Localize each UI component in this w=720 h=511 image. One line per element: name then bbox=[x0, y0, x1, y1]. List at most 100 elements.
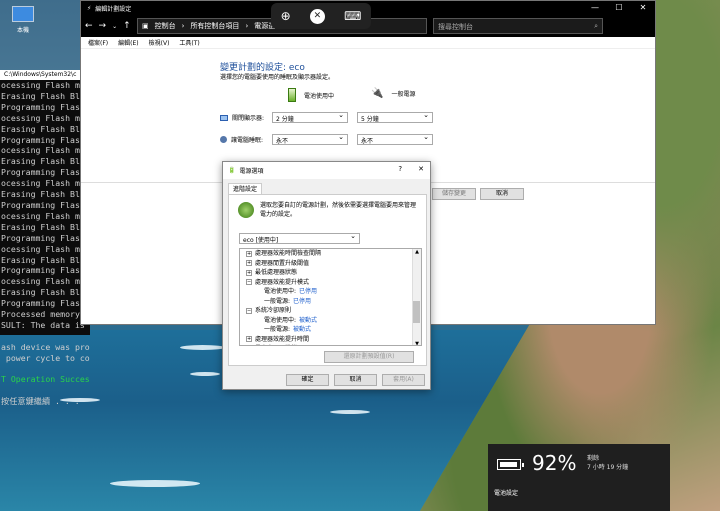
tree-item[interactable]: 電池使用中: 已停用 bbox=[240, 287, 421, 297]
console-line: ocessing Flash memo bbox=[1, 80, 90, 90]
column-header-battery: 電池使用中 bbox=[288, 88, 334, 102]
tree-item-label: 一般電源: bbox=[264, 297, 291, 305]
scrollbar-thumb[interactable] bbox=[413, 301, 420, 323]
tree-scrollbar[interactable]: ▲ ▼ bbox=[412, 249, 421, 345]
breadcrumb-separator-icon: › bbox=[181, 22, 185, 30]
tree-item[interactable]: 電池使用中: 被動式 bbox=[240, 316, 421, 326]
tree-item[interactable]: − 處理器效能提升模式 bbox=[240, 278, 421, 288]
tree-item-label: 一般電源: bbox=[264, 326, 291, 333]
console-line: Programming Flash [ bbox=[1, 134, 90, 145]
tree-item-label: 系統冷卻原則 bbox=[255, 307, 292, 314]
power-options-icon: 🔋 bbox=[228, 167, 236, 174]
window-title: 編輯計劃設定 bbox=[95, 5, 132, 13]
plan-select[interactable]: eco [使用中] bbox=[239, 232, 360, 244]
battery-icon bbox=[288, 88, 296, 102]
dialog-cancel-button[interactable]: 取消 bbox=[334, 374, 377, 386]
console-line: power cycle to com bbox=[5, 352, 90, 363]
help-button[interactable]: ? bbox=[398, 165, 402, 173]
console-line: ocessing Flash memo bbox=[1, 112, 90, 123]
tree-item[interactable]: 一般電源: 被動式 bbox=[240, 325, 421, 335]
breadcrumb-separator-icon: › bbox=[245, 22, 249, 30]
console-line: Erasing Flash Block bbox=[1, 156, 90, 167]
dialog-close-button[interactable]: ✕ bbox=[418, 165, 424, 173]
restore-defaults-button[interactable]: 還原計劃預設值(R) bbox=[324, 351, 414, 363]
console-line: ash device was prog bbox=[1, 341, 90, 352]
console-line: ocessing Flash memo bbox=[1, 210, 90, 221]
forward-arrow-icon[interactable]: → bbox=[99, 21, 107, 31]
console-line: Processed memory bl bbox=[1, 309, 90, 320]
scroll-up-arrow-icon[interactable]: ▲ bbox=[413, 249, 421, 255]
tree-item-label: 最高處理器狀態 bbox=[255, 344, 297, 345]
menu-edit[interactable]: 編輯(E) bbox=[118, 38, 138, 47]
expand-icon[interactable]: + bbox=[246, 269, 252, 276]
desktop-icon-label: 本機 bbox=[16, 27, 29, 34]
tree-item[interactable]: + 最低處理器狀態 bbox=[240, 268, 421, 278]
console-title: C:\Windows\System32\c bbox=[0, 70, 90, 80]
sleep-plugged-select[interactable]: 永不 bbox=[357, 133, 433, 145]
expand-icon[interactable]: + bbox=[246, 250, 252, 257]
ok-button[interactable]: 確定 bbox=[286, 374, 329, 386]
save-changes-button[interactable]: 儲存變更 bbox=[432, 188, 476, 200]
search-icon: ⌕ bbox=[594, 22, 598, 30]
recent-chevron-icon[interactable]: ⌄ bbox=[112, 23, 117, 30]
apply-button[interactable]: 套用(A) bbox=[382, 374, 425, 386]
console-window[interactable]: C:\Windows\System32\c ocessing Flash mem… bbox=[0, 70, 90, 406]
console-line: Programming Flash [ bbox=[1, 265, 90, 276]
search-input[interactable]: 搜尋控制台 ⌕ bbox=[433, 18, 603, 34]
collapse-icon[interactable]: − bbox=[246, 307, 252, 314]
cancel-button[interactable]: 取消 bbox=[480, 188, 524, 200]
tree-item[interactable]: + 處理器效能提升時間 bbox=[240, 335, 421, 345]
battery-icon bbox=[497, 459, 524, 470]
tree-item-value[interactable]: 被動式 bbox=[293, 325, 311, 335]
battery-remaining: 剩餘 7 小時 19 分鐘 bbox=[587, 455, 629, 471]
breadcrumb-item[interactable]: 所有控制台項目 bbox=[190, 21, 239, 31]
close-button[interactable]: ✕ bbox=[631, 1, 655, 15]
advanced-settings-panel: 選取您要自訂的電源計劃，然後依需要選擇電腦要用來管理電力的設定。 eco [使用… bbox=[228, 194, 427, 366]
settings-tree[interactable]: ▲ ▼ + 處理器效能時間檢查間隔 + 處理器閒置升級閾值 + 最低處理器狀態 − 處理器效能… bbox=[239, 248, 422, 346]
expand-icon[interactable]: + bbox=[246, 260, 252, 267]
menu-tools[interactable]: 工具(T) bbox=[179, 38, 199, 47]
row-label-sleep: 讓電腦睡眠: bbox=[220, 135, 263, 144]
battery-flyout[interactable]: 92% 剩餘 7 小時 19 分鐘 電池設定 bbox=[488, 444, 670, 511]
console-line: 按任意鍵繼續 . . . bbox=[1, 396, 80, 407]
display-plugged-select[interactable]: 5 分鐘 bbox=[357, 111, 433, 123]
console-line: Programming Flash [ bbox=[1, 298, 90, 309]
minimize-button[interactable]: — bbox=[583, 1, 607, 15]
tree-item-value[interactable]: 已停用 bbox=[299, 287, 317, 297]
console-line: Erasing Flash Block bbox=[1, 221, 90, 232]
zoom-in-icon[interactable]: ⊕ bbox=[281, 9, 291, 23]
tree-item-value[interactable]: 被動式 bbox=[299, 316, 317, 326]
up-arrow-icon[interactable]: ↑ bbox=[123, 21, 131, 31]
collapse-icon[interactable]: − bbox=[246, 279, 252, 286]
tree-item[interactable]: +最高處理器狀態 bbox=[240, 344, 421, 345]
disconnect-icon[interactable]: ✕ bbox=[309, 8, 325, 24]
wallpaper-foam bbox=[190, 372, 220, 376]
menu-bar: 檔案(F) 編輯(E) 檢視(V) 工具(T) bbox=[81, 37, 655, 49]
page-subtitle: 選擇您的電腦要使用的睡眠及顯示器設定。 bbox=[220, 74, 335, 81]
tree-item[interactable]: + 處理器效能時間檢查間隔 bbox=[240, 249, 421, 259]
menu-file[interactable]: 檔案(F) bbox=[88, 38, 108, 47]
tree-item[interactable]: + 處理器閒置升級閾值 bbox=[240, 259, 421, 269]
battery-settings-link[interactable]: 電池設定 bbox=[494, 488, 518, 497]
back-arrow-icon[interactable]: ← bbox=[85, 21, 93, 31]
console-line: Programming Flash [ bbox=[1, 167, 90, 178]
display-battery-select[interactable]: 2 分鐘 bbox=[272, 111, 348, 123]
menu-view[interactable]: 檢視(V) bbox=[149, 38, 170, 47]
monitor-icon bbox=[220, 114, 228, 121]
power-options-dialog[interactable]: 🔋 電源選項 ? ✕ 進階設定 選取您要自訂的電源計劃，然後依需要選擇電腦要用來… bbox=[222, 161, 431, 390]
tree-item-label: 電池使用中: bbox=[264, 288, 297, 295]
desktop-icon-this-pc[interactable]: 本機 bbox=[8, 6, 38, 34]
keyboard-icon[interactable]: ⌨ bbox=[344, 9, 361, 23]
search-placeholder: 搜尋控制台 bbox=[438, 23, 473, 31]
tree-item-value[interactable]: 已停用 bbox=[293, 297, 311, 307]
console-line: Erasing Flash Block bbox=[1, 287, 90, 298]
console-line: Erasing Flash Block bbox=[1, 189, 90, 200]
tree-item[interactable]: − 系統冷卻原則 bbox=[240, 306, 421, 316]
breadcrumb-item[interactable]: 控制台 bbox=[155, 21, 176, 31]
maximize-button[interactable]: ☐ bbox=[607, 1, 631, 15]
console-line: Erasing Flash Block bbox=[1, 123, 90, 134]
expand-icon[interactable]: + bbox=[246, 336, 252, 343]
sleep-battery-select[interactable]: 永不 bbox=[272, 133, 348, 145]
tree-item-label: 最低處理器狀態 bbox=[255, 269, 298, 276]
tree-item[interactable]: 一般電源: 已停用 bbox=[240, 297, 421, 307]
